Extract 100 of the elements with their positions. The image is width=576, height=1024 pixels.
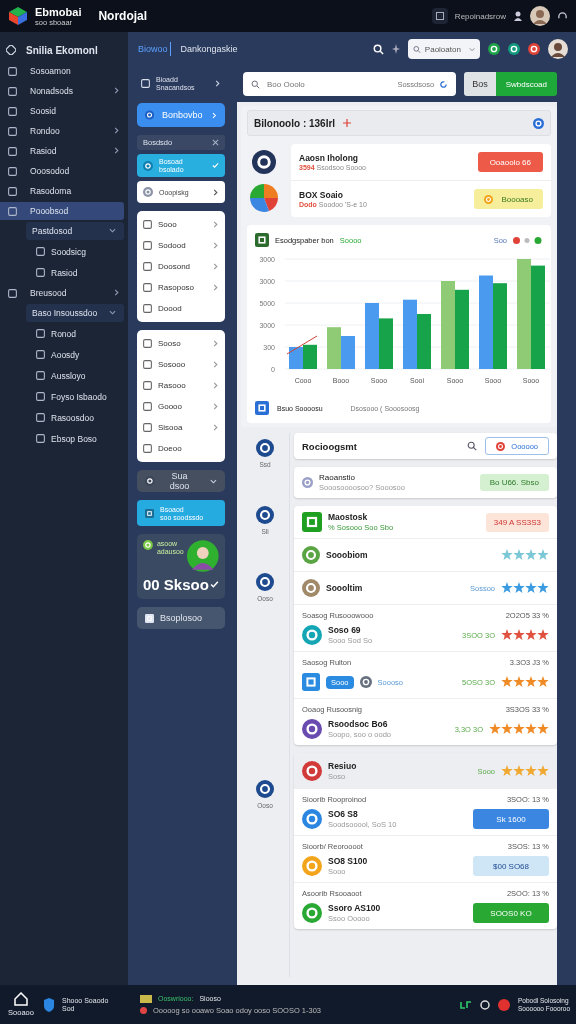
logo-title: Ebmobai — [35, 5, 82, 18]
menu-item[interactable]: Sooso — [143, 333, 219, 354]
footer-button[interactable]: Bsoplosoo — [137, 607, 225, 629]
sidebar-subitem[interactable]: Foyso Isbaodo — [0, 387, 128, 406]
item-icon — [302, 856, 322, 876]
toolbar-button[interactable]: Bos — [464, 72, 496, 96]
status-icon — [302, 477, 313, 488]
tag-icon — [6, 45, 16, 55]
chevron-right-icon — [212, 382, 219, 389]
menu-item[interactable]: Doeoo — [143, 438, 219, 459]
menu-item-icon — [7, 288, 17, 298]
search-icon — [251, 79, 260, 89]
menu-subitem-icon — [36, 392, 45, 401]
chevron-right-icon — [210, 111, 217, 119]
chevron-right-icon — [214, 80, 221, 87]
status-icon — [143, 540, 153, 550]
filter-dropdown[interactable]: Paoloaton — [408, 39, 480, 59]
menu-item[interactable]: Sisooa — [143, 417, 219, 438]
menu-item[interactable]: Rasoposo — [143, 277, 219, 298]
sidebar-item[interactable]: Breusood — [0, 284, 128, 302]
menu-item[interactable]: Sosooo — [143, 354, 219, 375]
account-label: Repoinadsrow — [454, 11, 506, 21]
search-icon — [413, 44, 421, 54]
avatar[interactable] — [530, 6, 550, 26]
sidebar-subitem[interactable]: Aoosdy — [0, 345, 128, 364]
header-tab[interactable]: Biowoo — [136, 42, 171, 56]
sidebar-item[interactable]: Baso Insoussdoo — [26, 304, 124, 322]
chart-bar — [379, 318, 393, 369]
sidebar-subitem[interactable]: Rasoosdoo — [0, 408, 128, 427]
amount-button[interactable]: Sk 1600 — [473, 809, 549, 829]
menu-item[interactable]: Sodood — [143, 235, 219, 256]
app-name: Nordojal — [98, 9, 148, 23]
star-icon — [501, 765, 513, 777]
row-title: Soso 69 — [328, 625, 362, 635]
chevron-right-icon — [212, 361, 219, 368]
chevron-right-icon — [113, 87, 120, 94]
sidebar-item[interactable]: Sosoamon — [0, 62, 128, 80]
item-icon — [302, 625, 322, 645]
chevron-down-icon — [109, 227, 116, 234]
header-tab[interactable]: Dankongaskie — [178, 42, 240, 56]
chart-bar — [327, 327, 341, 369]
chevron-right-icon — [113, 289, 120, 296]
item-icon — [302, 719, 322, 739]
search-icon[interactable] — [467, 441, 478, 451]
plus-icon[interactable] — [343, 119, 352, 127]
row-title: SO8 S100 — [328, 856, 368, 866]
chevron-down-icon — [210, 477, 217, 485]
sidebar-subitem[interactable]: Rasiod — [0, 263, 128, 282]
sidebar-subitem[interactable]: Ronod — [0, 324, 128, 343]
home-icon — [14, 992, 28, 1006]
row-title: Soooltim — [326, 583, 363, 593]
sidebar-item[interactable]: Rondoo — [0, 122, 128, 140]
cube-logo-icon — [8, 6, 28, 26]
status-icon — [488, 43, 500, 55]
row-title: Sooobiom — [326, 550, 368, 560]
profile-value: 00 Sksoo — [143, 576, 209, 593]
notice-title: Raoanstio — [319, 473, 357, 482]
sidebar-item[interactable]: Pooobsod — [0, 202, 124, 220]
search-input[interactable]: Boo Ooolo — [265, 78, 393, 90]
search-icon[interactable] — [373, 43, 384, 55]
menu-item[interactable]: Doosond — [143, 256, 219, 277]
checkbox-icon — [143, 423, 152, 432]
avatar[interactable] — [548, 39, 568, 59]
menu-item[interactable]: Rasooo — [143, 375, 219, 396]
grid-button[interactable] — [431, 8, 448, 24]
chevron-right-icon — [212, 424, 219, 431]
dropdown-button[interactable]: Sua dsoo — [137, 470, 225, 492]
menu-subitem-icon — [36, 268, 45, 277]
sidebar-subitem[interactable]: Soodsicg — [0, 242, 128, 261]
sidebar-item[interactable]: Nonadsods — [0, 82, 128, 100]
sidebar-item[interactable]: Ooosodod — [0, 162, 128, 180]
rail-icon — [256, 780, 274, 798]
card-title: Resiuo — [328, 761, 357, 771]
sidebar-subitem[interactable]: Aussloyo — [0, 366, 128, 385]
checkbox-icon — [143, 241, 152, 250]
chevron-right-icon — [212, 284, 219, 291]
menu-item[interactable]: Goooo — [143, 396, 219, 417]
star-icon — [525, 765, 537, 777]
menu-item[interactable]: Sooo — [143, 214, 219, 235]
record-icon[interactable] — [497, 998, 510, 1011]
sidebar-subitem[interactable]: Ebsop Boso — [0, 429, 128, 448]
sidebar-item[interactable]: Rasodoma — [0, 182, 128, 200]
sidebar-item[interactable]: Rasiod — [0, 142, 128, 160]
chart-bar — [341, 336, 355, 369]
amount-button[interactable]: $00 SO68 — [473, 856, 549, 876]
sidebar-item[interactable]: Soosid — [0, 102, 128, 120]
chart-bar — [303, 344, 317, 369]
menu-item[interactable]: Doood — [143, 298, 219, 319]
menu-subitem-icon — [36, 247, 45, 256]
stat-title: Aaosn Iholong — [299, 153, 360, 163]
checkbox-icon — [143, 262, 152, 271]
menu-subitem-icon — [36, 413, 45, 422]
chart-bar — [417, 314, 431, 369]
close-icon[interactable] — [212, 139, 219, 146]
sparkle-icon[interactable] — [392, 44, 400, 54]
star-icon — [537, 765, 549, 777]
chevron-down-icon — [468, 45, 475, 53]
sidebar-item[interactable]: Pastdosod — [26, 222, 124, 240]
refresh-icon[interactable] — [439, 79, 449, 89]
row-title: Rsoodsoc Bo6 — [328, 719, 389, 729]
